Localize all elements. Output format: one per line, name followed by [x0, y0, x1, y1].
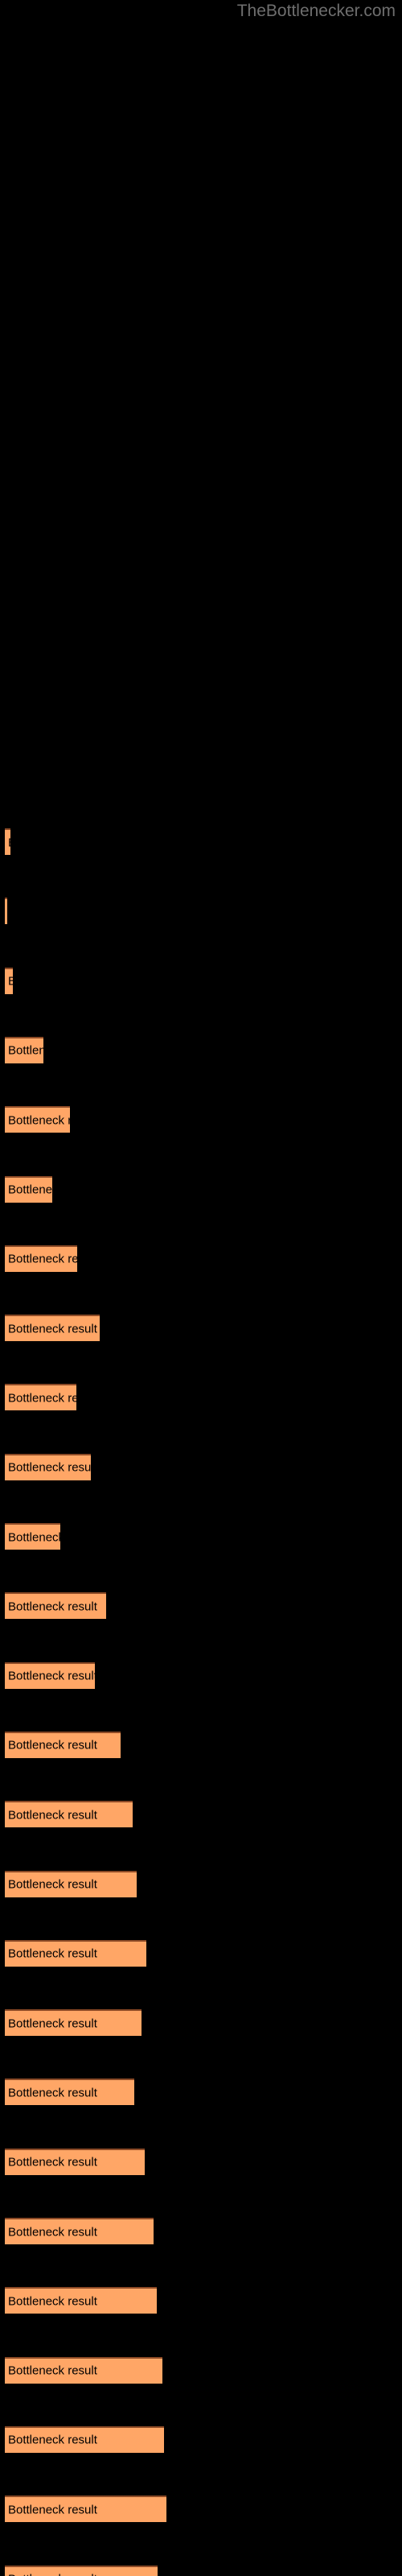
bar-12: Bottleneck result [5, 1592, 106, 1620]
bar-21: Bottleneck result [5, 2218, 154, 2244]
bottleneck-chart-page: TheBottlenecker.com Bottleneck resultBot… [0, 0, 402, 2576]
bar-25: Bottleneck result [5, 2496, 166, 2523]
bar-22: Bottleneck result [5, 2287, 157, 2314]
bar-label: Bottleneck result [8, 2086, 97, 2100]
bar-label: Bottleneck result [8, 2574, 97, 2576]
bar-label: Bottleneck result [8, 1530, 60, 1544]
bar-16: Bottleneck result [5, 1870, 137, 1897]
bar-label: Bottleneck result [8, 976, 13, 988]
horizontal-bar-chart: Bottleneck result Bottleneck result Bottle… [0, 0, 402, 2576]
bar-label: Bottleneck result [8, 2294, 97, 2309]
bar-24: Bottleneck result [5, 2425, 164, 2453]
bar-14: Bottleneck result [5, 1731, 121, 1758]
bar-label: Bottleneck result [8, 1391, 76, 1406]
bar-label: Bottleneck result [8, 1043, 43, 1058]
bar-11: Bottleneck result [5, 1523, 60, 1550]
bar-label: Bottleneck result [8, 836, 10, 848]
bar-13: Bottleneck result [5, 1662, 95, 1689]
bar-7: Bottleneck result [5, 1245, 77, 1272]
bar-26: Bottleneck result [5, 2565, 158, 2576]
bar-label: Bottleneck result [8, 1669, 95, 1683]
bar-5: Bottleneck result [5, 1106, 70, 1133]
bar-label: Bottleneck result [8, 1322, 97, 1336]
bar-9: Bottleneck result [5, 1384, 76, 1411]
bar-20: Bottleneck result [5, 2148, 145, 2175]
bar-10: Bottleneck result [5, 1453, 91, 1480]
bar-label: Bottleneck result [8, 2433, 97, 2447]
bar-8: Bottleneck result [5, 1315, 100, 1342]
bar-label: Bottleneck result [8, 1946, 97, 1961]
bar-15: Bottleneck result [5, 1801, 133, 1828]
bar-18: Bottleneck result [5, 2009, 142, 2037]
bar-label: Bottleneck result [8, 1460, 91, 1475]
bar-label: Bottleneck result [8, 1113, 70, 1128]
bar-1: Bottleneck result [5, 828, 10, 855]
bar-label: Bottleneck result [8, 1877, 97, 1892]
bar-label: Bottleneck result [8, 2503, 97, 2517]
bar-6: Bottleneck result [5, 1175, 52, 1203]
bar-label: Bottleneck result [8, 1808, 97, 1823]
bar-label: Bottleneck result [8, 1183, 52, 1197]
bar-label: Bottleneck result [8, 2155, 97, 2169]
bar-label: Bottleneck result [8, 2225, 97, 2239]
bar-23: Bottleneck result [5, 2356, 162, 2384]
bar-3: Bottleneck result [5, 967, 13, 994]
bar-label: Bottleneck result [8, 2017, 97, 2031]
bar-17: Bottleneck result [5, 1939, 146, 1967]
bar-label: Bottleneck result [8, 2363, 97, 2378]
bar-label: Bottleneck result [8, 1600, 97, 1614]
bar-label: Bottleneck result [8, 1738, 97, 1752]
bar-2: Bottleneck result [5, 898, 7, 925]
bar-4: Bottleneck result [5, 1036, 43, 1063]
bar-19: Bottleneck result [5, 2079, 134, 2106]
bar-label: Bottleneck result [8, 1252, 77, 1266]
